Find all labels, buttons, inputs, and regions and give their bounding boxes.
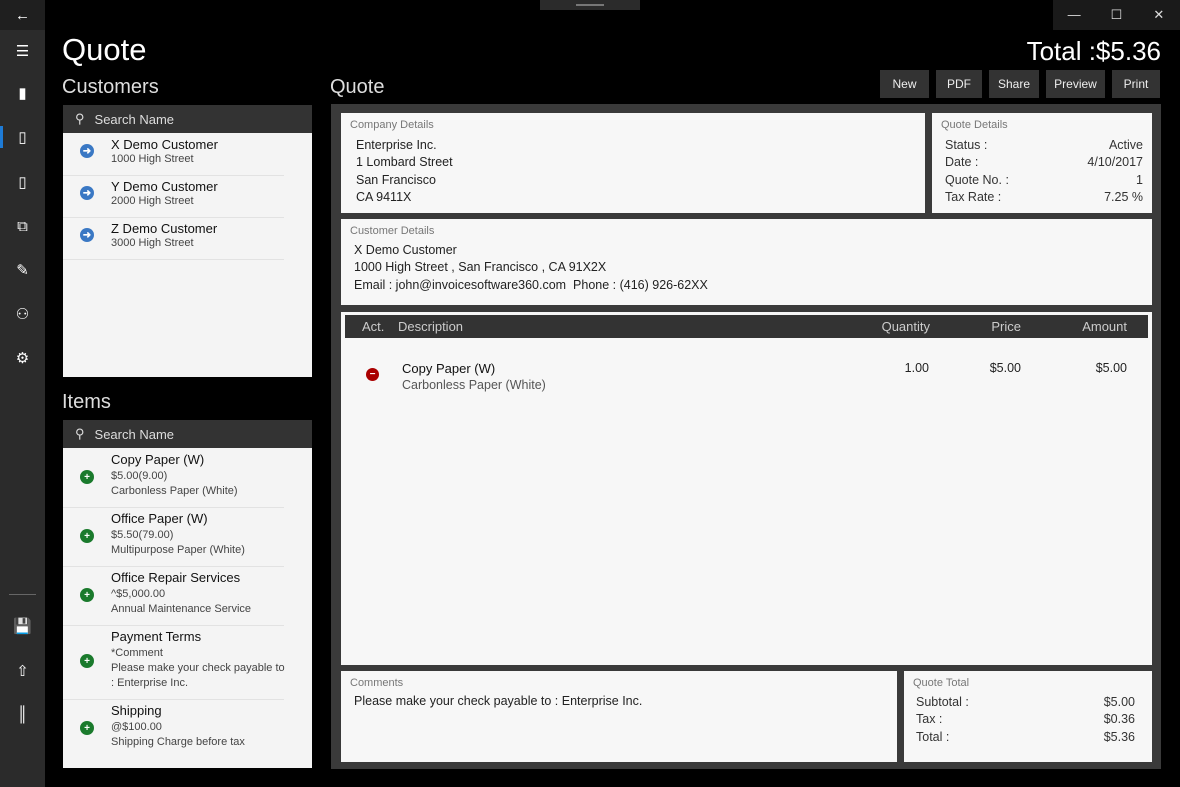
quote-total-box: Quote Total Subtotal : $5.00 Tax : $0.36 T… xyxy=(904,671,1152,762)
item-list-item[interactable]: + Shipping @$100.00 Shipping Charge before … xyxy=(63,700,284,759)
tax-row: Tax : $0.36 xyxy=(916,712,1135,727)
add-icon[interactable]: + xyxy=(80,529,94,543)
window-controls: — ☐ ✕ xyxy=(1053,0,1180,30)
copy-icon[interactable]: ⧉ xyxy=(0,211,45,241)
remove-icon[interactable]: − xyxy=(366,368,379,381)
status-row: Status : Active xyxy=(945,138,1143,152)
quote-number-row: Quote No. :1 xyxy=(945,172,1143,187)
pdf-button[interactable]: PDF xyxy=(936,70,982,98)
drag-handle[interactable] xyxy=(540,0,640,10)
item-list-item[interactable]: + Office Paper (W) $5.50(79.00) Multipurpos… xyxy=(63,508,284,567)
company-details: Company Details Enterprise Inc. 1 Lombar… xyxy=(341,113,925,213)
customer-list-item[interactable]: ➜ X Demo Customer 1000 High Street xyxy=(63,134,284,176)
quote-heading: Quote xyxy=(330,76,385,98)
sidebar: ← ☰ ▮ ▯ ▯ ⧉ ✎ ⚇ ⚙ 💾 ⇧ ║ xyxy=(0,0,45,787)
edit-pencil-icon[interactable]: ✎ xyxy=(0,255,45,285)
customer-list-item[interactable]: ➜ Z Demo Customer 3000 High Street xyxy=(63,218,284,260)
maximize-button[interactable]: ☐ xyxy=(1095,0,1137,30)
search-icon: ⚲ xyxy=(75,111,85,126)
table-header: Act. Description Quantity Price Amount xyxy=(345,315,1148,338)
arrow-right-icon[interactable]: ➜ xyxy=(80,144,94,158)
items-heading: Items xyxy=(62,391,111,413)
divider xyxy=(9,594,36,595)
print-button[interactable]: Print xyxy=(1112,70,1160,98)
minimize-button[interactable]: — xyxy=(1053,0,1095,30)
date-row: Date :4/10/2017 xyxy=(945,155,1143,170)
item-list-item[interactable]: + Payment Terms *Comment Please make your c… xyxy=(63,626,285,700)
close-button[interactable]: ✕ xyxy=(1138,0,1180,30)
subtotal-row: Subtotal : $5.00 xyxy=(916,695,1135,709)
arrow-right-icon[interactable]: ➜ xyxy=(80,186,94,200)
quote-total: Total :$5.36 xyxy=(1026,36,1161,66)
search-icon: ⚲ xyxy=(75,426,85,441)
total-row: Total : $5.36 xyxy=(916,729,1135,744)
item-list-item[interactable]: + Office Repair Services ^$5,000.00 Annual … xyxy=(63,567,284,626)
customer-list-item[interactable]: ➜ Y Demo Customer 2000 High Street xyxy=(63,176,284,218)
arrow-right-icon[interactable]: ➜ xyxy=(80,228,94,242)
share-button[interactable]: Share xyxy=(989,70,1039,98)
items-panel: ⚲ Search Name + Copy Paper (W) $5.00(9.00) C… xyxy=(63,420,312,768)
item-list-item[interactable]: + Copy Paper (W) $5.00(9.00) Carbonless Pap… xyxy=(63,449,284,508)
customers-heading: Customers xyxy=(62,76,159,98)
new-document-icon[interactable]: ▮ xyxy=(0,78,45,108)
preview-button[interactable]: Preview xyxy=(1046,70,1105,98)
item-search-input[interactable]: ⚲ Search Name xyxy=(63,420,312,448)
save-icon[interactable]: 💾 xyxy=(0,611,45,641)
add-icon[interactable]: + xyxy=(80,588,94,602)
table-row[interactable]: − Copy Paper (W) Carbonless Paper (White… xyxy=(341,356,1152,396)
customers-icon[interactable]: ⚇ xyxy=(0,299,45,329)
upload-icon[interactable]: ⇧ xyxy=(0,656,45,686)
quote-container: Company Details Enterprise Inc. 1 Lombar… xyxy=(331,104,1161,769)
add-icon[interactable]: + xyxy=(80,721,94,735)
tax-rate-row: Tax Rate :7.25 % xyxy=(945,189,1143,204)
back-icon[interactable]: ← xyxy=(0,0,45,30)
page-title: Quote xyxy=(62,32,147,67)
settings-gear-icon[interactable]: ⚙ xyxy=(0,343,45,373)
customers-panel: ⚲ Search Name ➜ X Demo Customer 1000 High S… xyxy=(63,105,312,377)
quote-details: Quote Details Status : Active Date :4/10/… xyxy=(932,113,1152,213)
line-items-table: Act. Description Quantity Price Amount −… xyxy=(341,312,1152,665)
add-icon[interactable]: + xyxy=(80,654,94,668)
menu-icon[interactable]: ☰ xyxy=(0,36,45,66)
customer-search-input[interactable]: ⚲ Search Name xyxy=(63,105,312,133)
new-button[interactable]: New xyxy=(880,70,929,98)
invoice-icon[interactable]: ▯ xyxy=(0,167,45,197)
comments-box[interactable]: Comments Please make your check payable … xyxy=(341,671,897,762)
add-icon[interactable]: + xyxy=(80,470,94,484)
library-icon[interactable]: ║ xyxy=(0,699,45,729)
customer-details: Customer Details X Demo Customer 1000 Hi… xyxy=(341,219,1152,305)
quote-icon[interactable]: ▯ xyxy=(0,122,45,152)
